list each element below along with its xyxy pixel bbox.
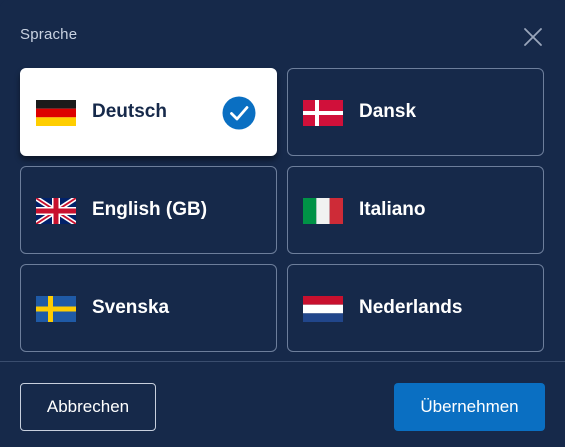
- dialog-title: Sprache: [20, 26, 78, 43]
- language-option-nederlands[interactable]: Nederlands: [287, 264, 544, 352]
- flag-denmark-icon: [303, 100, 343, 126]
- language-option-english-gb[interactable]: English (GB): [20, 166, 277, 254]
- language-label: Nederlands: [359, 297, 463, 318]
- language-grid: Deutsch Dansk English (GB) Italiano Sven…: [20, 68, 545, 354]
- flag-italy-icon: [303, 198, 343, 224]
- close-button[interactable]: [520, 24, 546, 50]
- language-option-svenska[interactable]: Svenska: [20, 264, 277, 352]
- footer-divider: [0, 361, 565, 362]
- language-label: Italiano: [359, 199, 426, 220]
- flag-germany-icon: [36, 100, 76, 126]
- language-dialog: Sprache Deutsch Dansk English (GB) Itali…: [0, 0, 565, 447]
- language-label: Dansk: [359, 101, 417, 122]
- language-label: Deutsch: [92, 101, 167, 122]
- flag-sweden-icon: [36, 296, 76, 322]
- language-option-dansk[interactable]: Dansk: [287, 68, 544, 156]
- flag-netherlands-icon: [303, 296, 343, 322]
- apply-button[interactable]: Übernehmen: [394, 383, 545, 431]
- language-label: Svenska: [92, 297, 170, 318]
- language-option-italiano[interactable]: Italiano: [287, 166, 544, 254]
- flag-uk-icon: [36, 198, 76, 224]
- checkmark-icon: [222, 96, 256, 130]
- cancel-button[interactable]: Abbrechen: [20, 383, 156, 431]
- language-option-deutsch[interactable]: Deutsch: [20, 68, 277, 156]
- close-icon: [524, 28, 542, 46]
- language-label: English (GB): [92, 199, 208, 220]
